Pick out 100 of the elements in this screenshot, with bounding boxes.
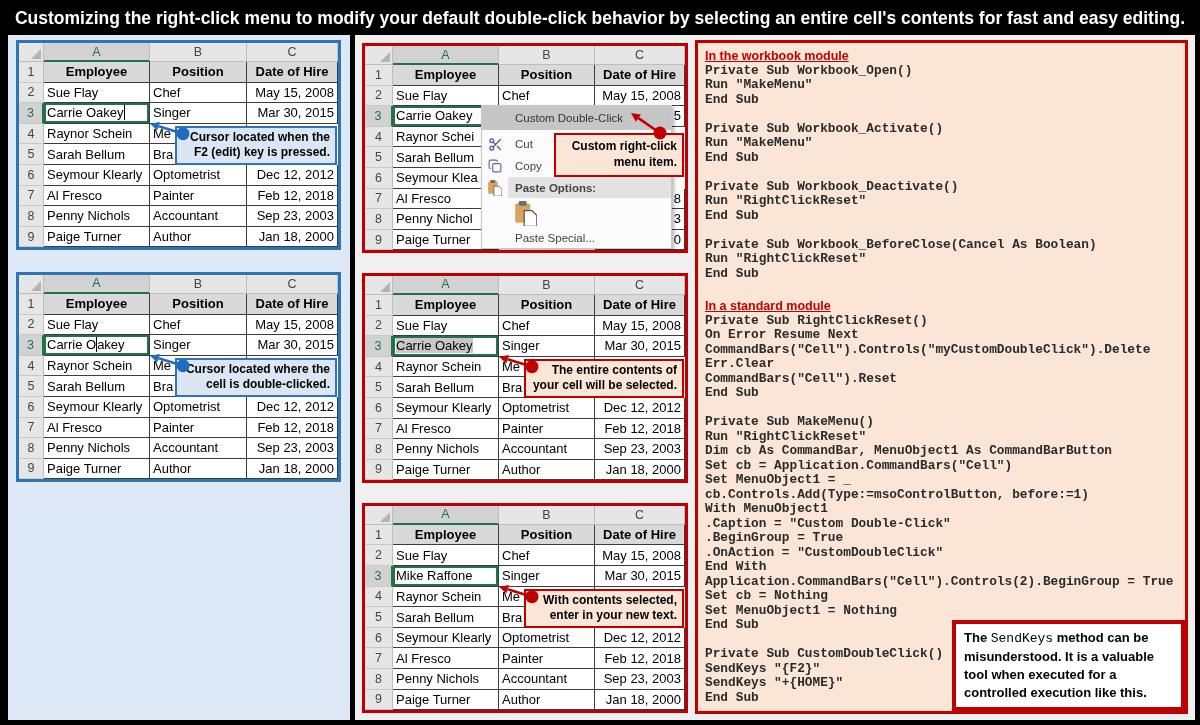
- column-header[interactable]: A: [393, 505, 499, 525]
- menu-item[interactable]: Custom Double-Click: [482, 106, 671, 131]
- row-header[interactable]: 6: [19, 396, 44, 418]
- table-cell: Painter: [150, 185, 247, 207]
- row-header[interactable]: 3: [19, 103, 44, 124]
- row-header[interactable]: 3: [365, 336, 393, 357]
- section-heading: In the workbook module: [705, 49, 849, 64]
- table-cell: Optometrist: [150, 164, 247, 186]
- column-header[interactable]: C: [247, 43, 338, 62]
- row-header[interactable]: 1: [365, 294, 393, 316]
- column-header[interactable]: C: [595, 275, 685, 295]
- row-header[interactable]: 2: [19, 82, 44, 104]
- column-header[interactable]: C: [247, 274, 338, 294]
- row-header[interactable]: 3: [365, 106, 393, 127]
- row-header[interactable]: 2: [365, 545, 393, 567]
- table-cell: Al Fresco: [44, 185, 150, 207]
- cell-edit-field[interactable]: Carrie Oakey: [44, 335, 150, 356]
- code-line: SendKeys "+{HOME}": [705, 676, 844, 691]
- table-cell: Penny Nichols: [393, 669, 499, 690]
- select-all-button[interactable]: [365, 505, 393, 525]
- scissors-icon: [487, 136, 503, 152]
- table-cell: Raynor Schein: [393, 586, 499, 608]
- row-header[interactable]: 8: [19, 206, 44, 227]
- table-cell: May 15, 2008: [247, 314, 338, 336]
- code-line: End Sub: [705, 618, 759, 633]
- row-header[interactable]: 4: [365, 126, 393, 148]
- code-line: Set MenuObject1 = _: [705, 473, 851, 488]
- row-header[interactable]: 6: [365, 397, 393, 419]
- row-header[interactable]: 1: [365, 65, 393, 86]
- row-header[interactable]: 9: [365, 689, 393, 711]
- row-header[interactable]: 9: [365, 459, 393, 481]
- row-header[interactable]: 4: [365, 356, 393, 378]
- row-header[interactable]: 5: [365, 147, 393, 168]
- row-header[interactable]: 8: [365, 439, 393, 460]
- row-header[interactable]: 5: [19, 376, 44, 397]
- column-header[interactable]: B: [150, 274, 247, 294]
- row-header[interactable]: 2: [365, 315, 393, 337]
- row-header[interactable]: 9: [365, 229, 393, 251]
- code-line: Run "MakeMenu": [705, 78, 813, 93]
- row-header[interactable]: 4: [19, 355, 44, 377]
- table-cell: Painter: [499, 418, 595, 440]
- column-header[interactable]: B: [150, 43, 247, 62]
- row-header[interactable]: 1: [365, 524, 393, 546]
- row-header[interactable]: 4: [365, 586, 393, 608]
- cell-edit-field[interactable]: Carrie Oakey: [44, 103, 150, 124]
- table-cell: Accountant: [499, 669, 595, 690]
- table-cell: Mar 30, 2015: [247, 335, 338, 356]
- row-header[interactable]: 7: [19, 417, 44, 439]
- row-header[interactable]: 8: [365, 209, 393, 230]
- row-header[interactable]: 7: [365, 648, 393, 670]
- table-cell: Seymour Klearly: [44, 164, 150, 186]
- row-header[interactable]: 7: [365, 188, 393, 210]
- row-header[interactable]: 6: [365, 167, 393, 189]
- row-header[interactable]: 9: [19, 226, 44, 248]
- row-header[interactable]: 1: [19, 293, 44, 315]
- table-cell: Dec 12, 2012: [595, 627, 685, 649]
- row-header[interactable]: 8: [19, 438, 44, 459]
- row-header[interactable]: 5: [19, 144, 44, 165]
- column-header[interactable]: C: [595, 46, 685, 65]
- row-header[interactable]: 3: [19, 335, 44, 356]
- row-header[interactable]: 6: [19, 164, 44, 186]
- table-cell: Jan 18, 2000: [247, 226, 338, 248]
- row-header[interactable]: 5: [365, 607, 393, 628]
- column-header[interactable]: B: [499, 505, 595, 525]
- table-cell: Paige Turner: [393, 459, 499, 481]
- column-header[interactable]: A: [393, 46, 499, 65]
- row-header[interactable]: 6: [365, 627, 393, 649]
- table-cell: Author: [499, 689, 595, 711]
- row-header[interactable]: 9: [19, 458, 44, 480]
- table-cell: Mike Raffone: [393, 566, 499, 587]
- code-line: Err.Clear: [705, 357, 775, 372]
- table-cell: Feb 12, 2018: [247, 417, 338, 439]
- row-header[interactable]: 7: [365, 418, 393, 440]
- row-header[interactable]: 2: [19, 314, 44, 336]
- column-header[interactable]: A: [44, 43, 150, 62]
- select-all-button[interactable]: [19, 274, 44, 294]
- column-header[interactable]: B: [499, 275, 595, 295]
- column-header[interactable]: A: [44, 274, 150, 294]
- table-cell: Sep 23, 2003: [595, 669, 685, 690]
- column-header[interactable]: A: [393, 275, 499, 295]
- row-header[interactable]: 8: [365, 669, 393, 690]
- row-header[interactable]: 7: [19, 185, 44, 207]
- row-header[interactable]: 3: [365, 566, 393, 587]
- select-all-button[interactable]: [365, 275, 393, 295]
- table-cell: Seymour Klearly: [44, 396, 150, 418]
- code-line: Dim cb As CommandBar, MenuObject1 As CommandBarButton: [705, 444, 1112, 459]
- table-cell: Sep 23, 2003: [247, 438, 338, 459]
- table-cell: Optometrist: [499, 397, 595, 419]
- code-line: End Sub: [705, 266, 759, 281]
- triangle-icon: [380, 52, 390, 62]
- row-header[interactable]: 2: [365, 85, 393, 107]
- column-header[interactable]: B: [499, 46, 595, 65]
- table-cell: May 15, 2008: [247, 82, 338, 104]
- column-header[interactable]: C: [595, 505, 685, 525]
- row-header[interactable]: 4: [19, 123, 44, 145]
- paste-button[interactable]: [513, 198, 539, 228]
- row-header[interactable]: 1: [19, 62, 44, 83]
- table-cell: Sue Flay: [44, 82, 150, 104]
- row-header[interactable]: 5: [365, 377, 393, 398]
- code-line: Private Sub Workbook_Activate(): [705, 121, 944, 136]
